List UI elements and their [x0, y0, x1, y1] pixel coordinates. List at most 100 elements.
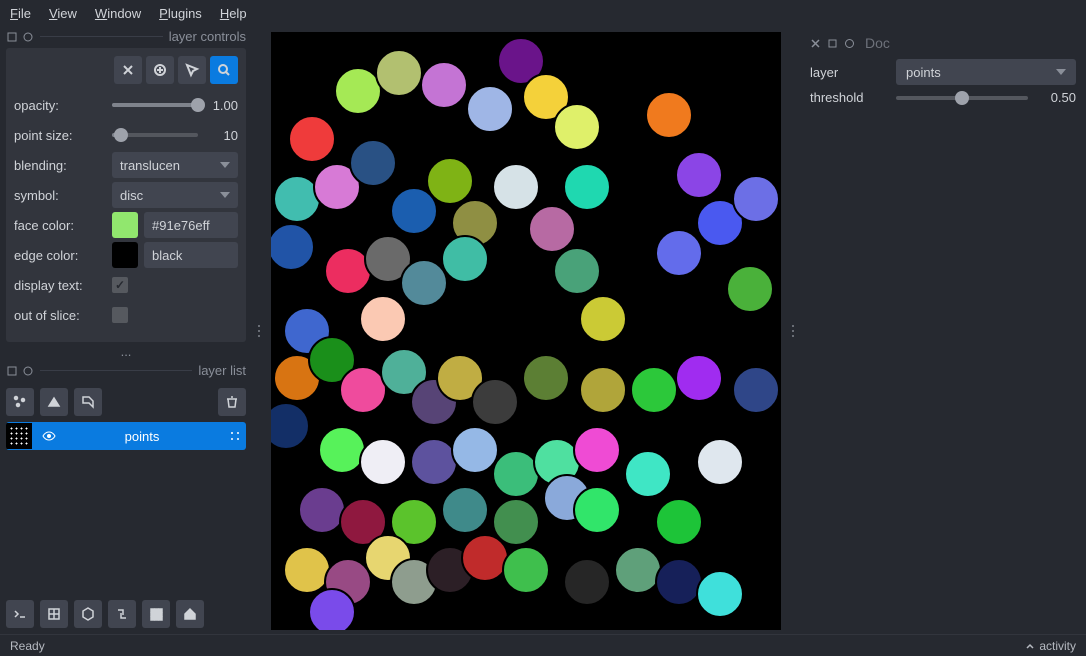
display-text-label: display text:: [14, 278, 106, 293]
point-marker[interactable]: [400, 259, 448, 307]
new-shapes-layer-button[interactable]: [40, 388, 68, 416]
pan-zoom-button[interactable]: [210, 56, 238, 84]
add-points-button[interactable]: [146, 56, 174, 84]
point-marker[interactable]: [655, 229, 703, 277]
point-marker[interactable]: [573, 426, 621, 474]
layer-row-points[interactable]: points: [6, 422, 246, 450]
point-marker[interactable]: [359, 438, 407, 486]
point-marker[interactable]: [645, 91, 693, 139]
symbol-label: symbol:: [14, 188, 106, 203]
point-marker[interactable]: [271, 402, 310, 450]
transpose-button[interactable]: [108, 600, 136, 628]
symbol-select[interactable]: disc: [112, 182, 238, 208]
point-marker[interactable]: [630, 366, 678, 414]
point-marker[interactable]: [420, 61, 468, 109]
point-marker[interactable]: [349, 139, 397, 187]
menu-view[interactable]: View: [49, 6, 77, 21]
point-marker[interactable]: [308, 588, 356, 630]
menu-help[interactable]: Help: [220, 6, 247, 21]
close-icon[interactable]: [810, 38, 821, 49]
point-marker[interactable]: [426, 157, 474, 205]
threshold-slider[interactable]: [896, 96, 1028, 100]
layer-thumbnail: [6, 423, 32, 449]
point-marker[interactable]: [271, 223, 315, 271]
point-marker[interactable]: [573, 486, 621, 534]
main-area: layer controls opacity: 1.00 point size:…: [0, 27, 1086, 634]
point-marker[interactable]: [732, 175, 780, 223]
point-marker[interactable]: [624, 450, 672, 498]
statusbar: Ready activity: [0, 634, 1086, 656]
collapse-icon[interactable]: [844, 38, 855, 49]
popout-icon[interactable]: [827, 38, 838, 49]
menu-plugins[interactable]: Plugins: [159, 6, 202, 21]
activity-toggle[interactable]: activity: [1025, 639, 1076, 653]
viewer-buttons: [6, 594, 246, 634]
point-marker[interactable]: [675, 151, 723, 199]
layer-visibility-toggle[interactable]: [38, 425, 60, 447]
point-marker[interactable]: [441, 235, 489, 283]
face-color-label: face color:: [14, 218, 106, 233]
out-of-slice-checkbox[interactable]: [112, 307, 128, 323]
console-button[interactable]: [6, 600, 34, 628]
pointsize-label: point size:: [14, 128, 106, 143]
point-marker[interactable]: [471, 378, 519, 426]
delete-points-button[interactable]: [114, 56, 142, 84]
point-marker[interactable]: [522, 354, 570, 402]
select-points-button[interactable]: [178, 56, 206, 84]
more-controls-button[interactable]: ...: [6, 342, 246, 361]
collapse-icon[interactable]: [22, 365, 34, 377]
status-text: Ready: [10, 639, 45, 653]
edge-color-swatch[interactable]: [112, 242, 138, 268]
viewer-canvas[interactable]: [271, 32, 781, 630]
layer-list-title: layer list: [198, 363, 246, 378]
layer-param-select[interactable]: points: [896, 59, 1076, 85]
point-marker[interactable]: [563, 558, 611, 606]
ndisplay-button[interactable]: [40, 600, 68, 628]
point-marker[interactable]: [675, 354, 723, 402]
collapse-icon[interactable]: [22, 31, 34, 43]
grid-button[interactable]: [142, 600, 170, 628]
delete-layer-button[interactable]: [218, 388, 246, 416]
popout-icon[interactable]: [6, 31, 18, 43]
point-marker[interactable]: [563, 163, 611, 211]
pointsize-value: 10: [204, 128, 238, 143]
point-marker[interactable]: [655, 498, 703, 546]
menu-window[interactable]: Window: [95, 6, 141, 21]
display-text-checkbox[interactable]: [112, 277, 128, 293]
point-marker[interactable]: [553, 103, 601, 151]
left-splitter[interactable]: [254, 325, 264, 337]
layer-drag-handle[interactable]: [224, 430, 246, 442]
point-marker[interactable]: [553, 247, 601, 295]
opacity-slider[interactable]: [112, 103, 198, 107]
chevron-down-icon: [1056, 69, 1066, 75]
roll-dims-button[interactable]: [74, 600, 102, 628]
point-marker[interactable]: [466, 85, 514, 133]
blending-label: blending:: [14, 158, 106, 173]
menu-file[interactable]: File: [10, 6, 31, 21]
popout-icon[interactable]: [6, 365, 18, 377]
opacity-label: opacity:: [14, 98, 106, 113]
point-marker[interactable]: [696, 570, 744, 618]
edge-color-input[interactable]: black: [144, 242, 238, 268]
point-marker[interactable]: [288, 115, 336, 163]
new-points-layer-button[interactable]: [6, 388, 34, 416]
face-color-input[interactable]: #91e76eff: [144, 212, 238, 238]
point-marker[interactable]: [726, 265, 774, 313]
point-marker[interactable]: [502, 546, 550, 594]
pointsize-slider[interactable]: [112, 133, 198, 137]
face-color-swatch[interactable]: [112, 212, 138, 238]
point-marker[interactable]: [732, 366, 780, 414]
blending-select[interactable]: translucen: [112, 152, 238, 178]
point-marker[interactable]: [375, 49, 423, 97]
point-marker[interactable]: [492, 163, 540, 211]
point-marker[interactable]: [696, 438, 744, 486]
point-marker[interactable]: [528, 205, 576, 253]
opacity-value: 1.00: [204, 98, 238, 113]
point-marker[interactable]: [579, 366, 627, 414]
right-splitter[interactable]: [788, 325, 798, 337]
point-marker[interactable]: [579, 295, 627, 343]
new-labels-layer-button[interactable]: [74, 388, 102, 416]
point-marker[interactable]: [359, 295, 407, 343]
point-marker[interactable]: [441, 486, 489, 534]
home-button[interactable]: [176, 600, 204, 628]
